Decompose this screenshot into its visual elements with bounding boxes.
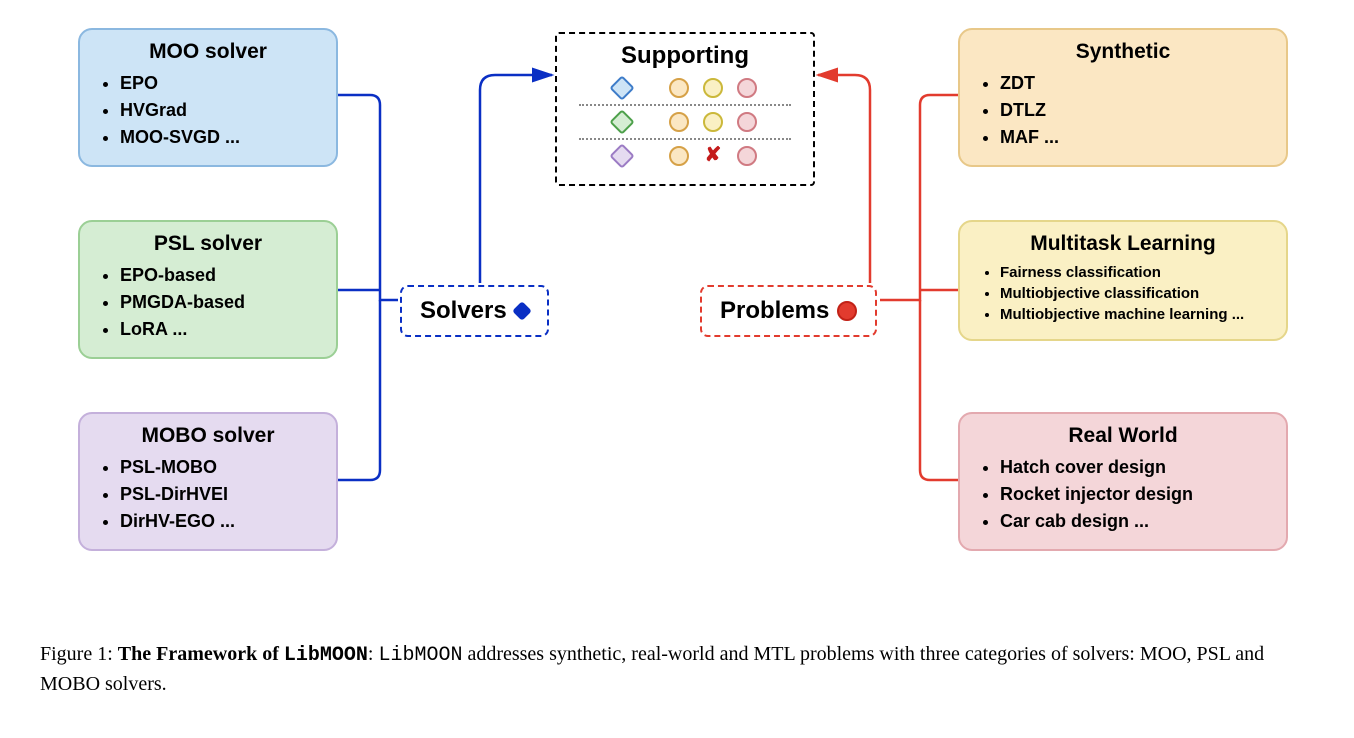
supporting-row	[573, 78, 797, 98]
caption-colon: :	[368, 643, 379, 665]
mobo-title: MOBO solver	[98, 424, 318, 448]
divider	[579, 138, 791, 140]
list-item: DirHV-EGO ...	[120, 508, 318, 535]
list-item: Car cab design ...	[1000, 508, 1268, 535]
list-item: PMGDA-based	[120, 289, 318, 316]
list-item: Rocket injector design	[1000, 481, 1268, 508]
list-item: Multiobjective machine learning ...	[1000, 304, 1268, 325]
circle-icon	[669, 146, 689, 166]
x-icon: ✘	[703, 146, 723, 166]
mtl-items: Fairness classification Multiobjective c…	[978, 262, 1268, 325]
list-item: DTLZ	[1000, 97, 1268, 124]
framework-diagram: MOO solver EPO HVGrad MOO-SVGD ... PSL s…	[0, 0, 1354, 620]
diamond-icon	[609, 109, 634, 134]
supporting-box: Supporting ✘	[555, 32, 815, 186]
solvers-label-box: Solvers	[400, 285, 549, 337]
caption-libname: LibMOON	[378, 644, 462, 667]
problems-label-box: Problems	[700, 285, 877, 337]
list-item: EPO-based	[120, 262, 318, 289]
psl-title: PSL solver	[98, 232, 318, 256]
diamond-icon	[512, 301, 532, 321]
supporting-row	[573, 112, 797, 132]
list-item: LoRA ...	[120, 316, 318, 343]
diamond-icon	[609, 143, 634, 168]
circle-icon	[737, 112, 757, 132]
problems-label: Problems	[720, 297, 829, 325]
synthetic-title: Synthetic	[978, 40, 1268, 64]
synthetic-box: Synthetic ZDT DTLZ MAF ...	[958, 28, 1288, 167]
mtl-title: Multitask Learning	[978, 232, 1268, 256]
realworld-title: Real World	[978, 424, 1268, 448]
divider	[579, 104, 791, 106]
list-item: HVGrad	[120, 97, 318, 124]
circle-icon	[669, 78, 689, 98]
caption-prefix: Figure 1:	[40, 643, 118, 665]
list-item: EPO	[120, 70, 318, 97]
list-item: ZDT	[1000, 70, 1268, 97]
mobo-solver-box: MOBO solver PSL-MOBO PSL-DirHVEI DirHV-E…	[78, 412, 338, 551]
figure-caption: Figure 1: The Framework of LibMOON: LibM…	[40, 640, 1314, 699]
circle-icon	[669, 112, 689, 132]
list-item: Fairness classification	[1000, 262, 1268, 283]
psl-solver-box: PSL solver EPO-based PMGDA-based LoRA ..…	[78, 220, 338, 359]
list-item: PSL-DirHVEI	[120, 481, 318, 508]
moo-solver-box: MOO solver EPO HVGrad MOO-SVGD ...	[78, 28, 338, 167]
realworld-items: Hatch cover design Rocket injector desig…	[978, 454, 1268, 535]
supporting-row: ✘	[573, 146, 797, 166]
diamond-icon	[609, 75, 634, 100]
psl-items: EPO-based PMGDA-based LoRA ...	[98, 262, 318, 343]
circle-icon	[837, 301, 857, 321]
mtl-box: Multitask Learning Fairness classificati…	[958, 220, 1288, 341]
list-item: MOO-SVGD ...	[120, 124, 318, 151]
circle-icon	[737, 78, 757, 98]
list-item: MAF ...	[1000, 124, 1268, 151]
circle-icon	[703, 78, 723, 98]
supporting-title: Supporting	[573, 42, 797, 70]
mobo-items: PSL-MOBO PSL-DirHVEI DirHV-EGO ...	[98, 454, 318, 535]
caption-bold: The Framework of	[118, 643, 284, 665]
moo-title: MOO solver	[98, 40, 318, 64]
circle-icon	[737, 146, 757, 166]
circle-icon	[703, 112, 723, 132]
list-item: Hatch cover design	[1000, 454, 1268, 481]
realworld-box: Real World Hatch cover design Rocket inj…	[958, 412, 1288, 551]
caption-libname: LibMOON	[284, 644, 368, 667]
list-item: Multiobjective classification	[1000, 283, 1268, 304]
moo-items: EPO HVGrad MOO-SVGD ...	[98, 70, 318, 151]
solvers-label: Solvers	[420, 297, 507, 325]
synthetic-items: ZDT DTLZ MAF ...	[978, 70, 1268, 151]
list-item: PSL-MOBO	[120, 454, 318, 481]
